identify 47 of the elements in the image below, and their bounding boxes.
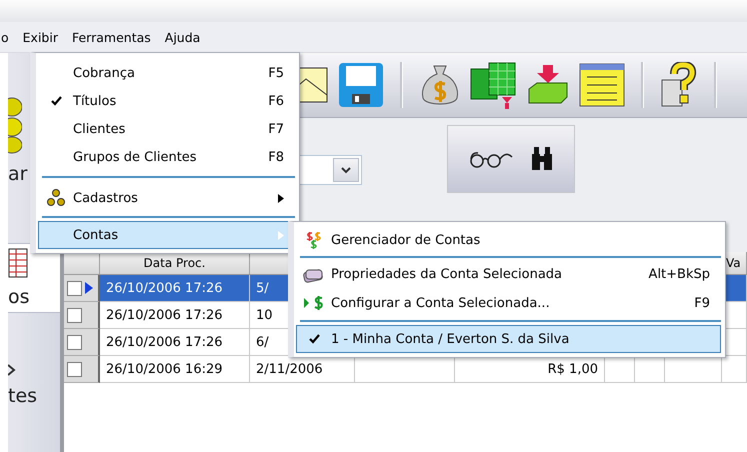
table-cell: 2/11/2006	[250, 356, 355, 383]
submenu-arrow-icon	[278, 194, 284, 202]
help-icon[interactable]	[660, 62, 698, 108]
sidebar-label: os	[8, 286, 30, 308]
money-notes-icon	[303, 266, 325, 282]
check-icon	[308, 334, 320, 344]
checkbox[interactable]	[67, 362, 82, 376]
sidebar-label: tes	[8, 385, 38, 407]
coins-icon	[8, 95, 22, 155]
checkbox[interactable]	[67, 280, 82, 296]
table-cell: R$ 1,00	[455, 356, 605, 383]
ledger-icon	[8, 248, 28, 278]
chevron-down-icon	[341, 166, 351, 174]
sidebar-item[interactable]: tes	[8, 363, 48, 407]
submenu-arrow-icon	[278, 230, 284, 240]
list-icon[interactable]	[579, 63, 625, 107]
menu-item[interactable]: Cobrança F5	[38, 59, 295, 87]
menu-item[interactable]: 1 - Minha Conta / Everton S. da Silva	[296, 325, 721, 353]
menu-bar-item[interactable]: o	[0, 30, 10, 44]
menu-bar-item[interactable]: Ferramentas	[70, 30, 152, 44]
table-cell: 26/10/2006 16:29	[100, 356, 250, 383]
sidebar-label: ar	[8, 163, 28, 185]
glasses-icon	[468, 149, 514, 169]
checkbox[interactable]	[67, 334, 82, 350]
save-icon[interactable]	[338, 62, 384, 108]
menu-item[interactable]: Gerenciador de Contas	[296, 226, 721, 254]
row-selector[interactable]	[64, 356, 100, 383]
people-icon	[47, 189, 65, 207]
dropdown-button[interactable]	[333, 158, 359, 182]
table-cell: 26/10/2006 17:26	[100, 329, 250, 356]
menu-item[interactable]: Cadastros	[38, 183, 295, 213]
binoculars-icon	[530, 146, 554, 172]
table-cell: 26/10/2006 17:26	[100, 275, 250, 302]
row-selector[interactable]	[64, 329, 100, 356]
check-icon	[50, 96, 62, 106]
row-selector[interactable]	[64, 302, 100, 329]
glasses-button[interactable]	[468, 149, 514, 169]
menu-bar-item[interactable]: Exibir	[22, 30, 59, 44]
spreadsheet-icon[interactable]	[469, 61, 517, 109]
table-cell: 26/10/2006 17:26	[100, 302, 250, 329]
menu-bar-item[interactable]: Ajuda	[164, 30, 202, 44]
checkbox[interactable]	[67, 308, 82, 322]
dollar-signs-icon	[306, 231, 322, 249]
row-selector[interactable]	[64, 275, 100, 302]
search-button[interactable]	[530, 146, 554, 172]
row-pointer-icon	[85, 282, 93, 294]
play-dollar-icon	[304, 295, 324, 311]
